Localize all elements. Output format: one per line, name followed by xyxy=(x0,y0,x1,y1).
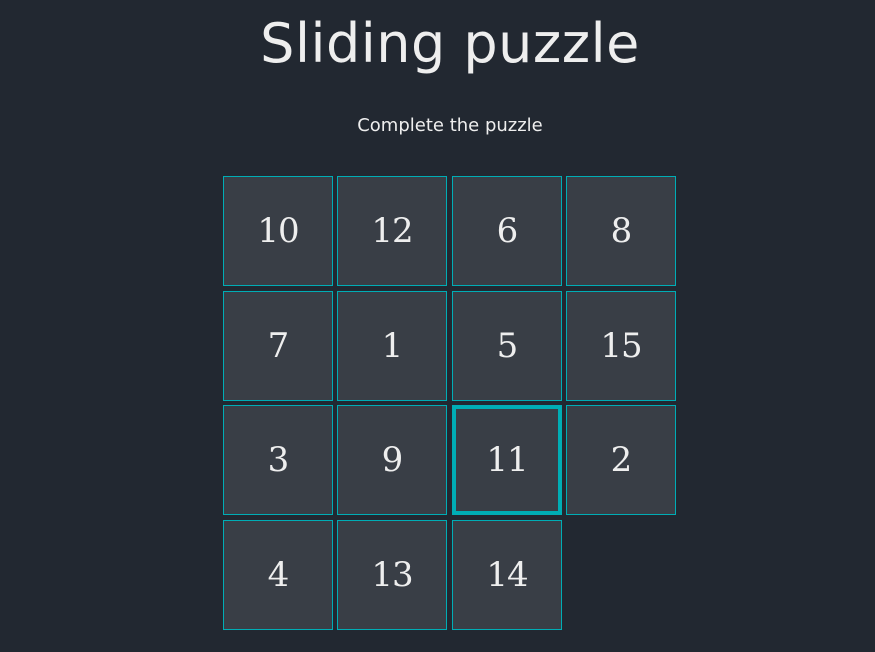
puzzle-tile[interactable]: 15 xyxy=(566,291,676,401)
puzzle-tile[interactable]: 10 xyxy=(223,176,333,286)
puzzle-tile[interactable]: 7 xyxy=(223,291,333,401)
puzzle-tile-selected[interactable]: 11 xyxy=(452,405,562,515)
puzzle-tile[interactable]: 4 xyxy=(223,520,333,630)
puzzle-tile[interactable]: 12 xyxy=(337,176,447,286)
page-subtitle: Complete the puzzle xyxy=(357,115,543,136)
puzzle-board: 10 12 6 8 7 1 5 15 3 9 11 2 4 13 14 xyxy=(223,176,678,632)
puzzle-tile[interactable]: 3 xyxy=(223,405,333,515)
puzzle-tile[interactable]: 13 xyxy=(337,520,447,630)
puzzle-tile[interactable]: 2 xyxy=(566,405,676,515)
puzzle-tile[interactable]: 6 xyxy=(452,176,562,286)
puzzle-tile[interactable]: 5 xyxy=(452,291,562,401)
empty-slot xyxy=(566,520,676,630)
puzzle-tile[interactable]: 1 xyxy=(337,291,447,401)
puzzle-tile[interactable]: 9 xyxy=(337,405,447,515)
puzzle-tile[interactable]: 8 xyxy=(566,176,676,286)
puzzle-tile[interactable]: 14 xyxy=(452,520,562,630)
page-title: Sliding puzzle xyxy=(260,12,640,75)
